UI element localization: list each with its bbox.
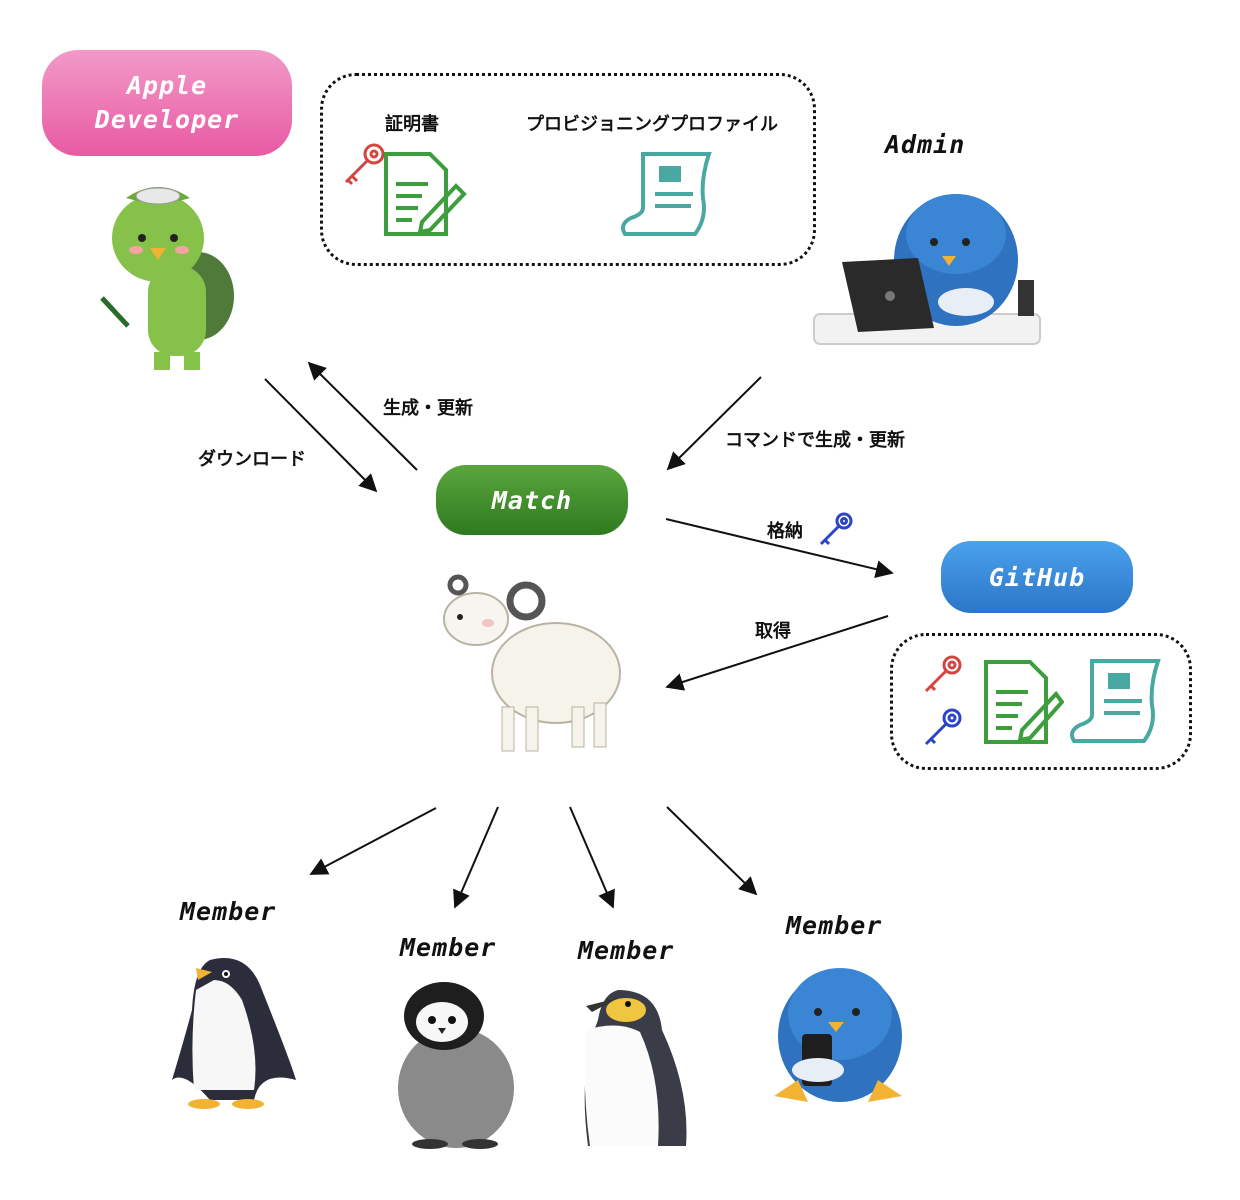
edge-label-store: 格納: [767, 521, 803, 542]
key-icon: [924, 655, 962, 693]
key-icon: [924, 708, 962, 746]
penguin-laptop-icon: [813, 194, 1041, 345]
provisioning-scroll-icon: [1070, 659, 1161, 743]
member-label-1: Member: [180, 897, 277, 926]
arrow-member-3: [569, 806, 615, 909]
profile-label: プロビジョニングプロファイル: [526, 114, 778, 135]
arrow-member-1: [309, 807, 437, 875]
arrow-admin-command: [666, 376, 762, 471]
certificate-document-icon: [984, 660, 1064, 744]
certificate-document-icon: [384, 152, 467, 236]
king-penguin-icon: [584, 990, 687, 1146]
penguin-smartphone-icon: [774, 968, 902, 1102]
penguin-icon: [172, 958, 296, 1109]
provisioning-scroll-icon: [621, 152, 712, 236]
arrow-member-4: [666, 806, 758, 896]
apple-developer-node: Apple Developer: [42, 50, 292, 156]
edge-label-fetch: 取得: [755, 621, 791, 642]
member-label-2: Member: [400, 933, 497, 962]
github-node: GitHub: [941, 541, 1133, 613]
key-icon: [819, 512, 853, 546]
penguin-chick-icon: [398, 982, 514, 1149]
edge-label-command: コマンドで生成・更新: [725, 430, 905, 451]
admin-label: Admin: [885, 130, 966, 159]
member-label-4: Member: [786, 911, 883, 940]
certificate-label: 証明書: [385, 114, 439, 135]
sheep-icon: [443, 574, 621, 752]
kappa-character-icon: [100, 187, 234, 370]
edge-label-download: ダウンロード: [198, 449, 306, 470]
edge-label-create-update: 生成・更新: [383, 398, 473, 419]
arrow-download: [264, 378, 378, 493]
arrow-member-2: [453, 806, 499, 909]
member-label-3: Member: [578, 936, 675, 965]
match-node: Match: [436, 465, 628, 535]
